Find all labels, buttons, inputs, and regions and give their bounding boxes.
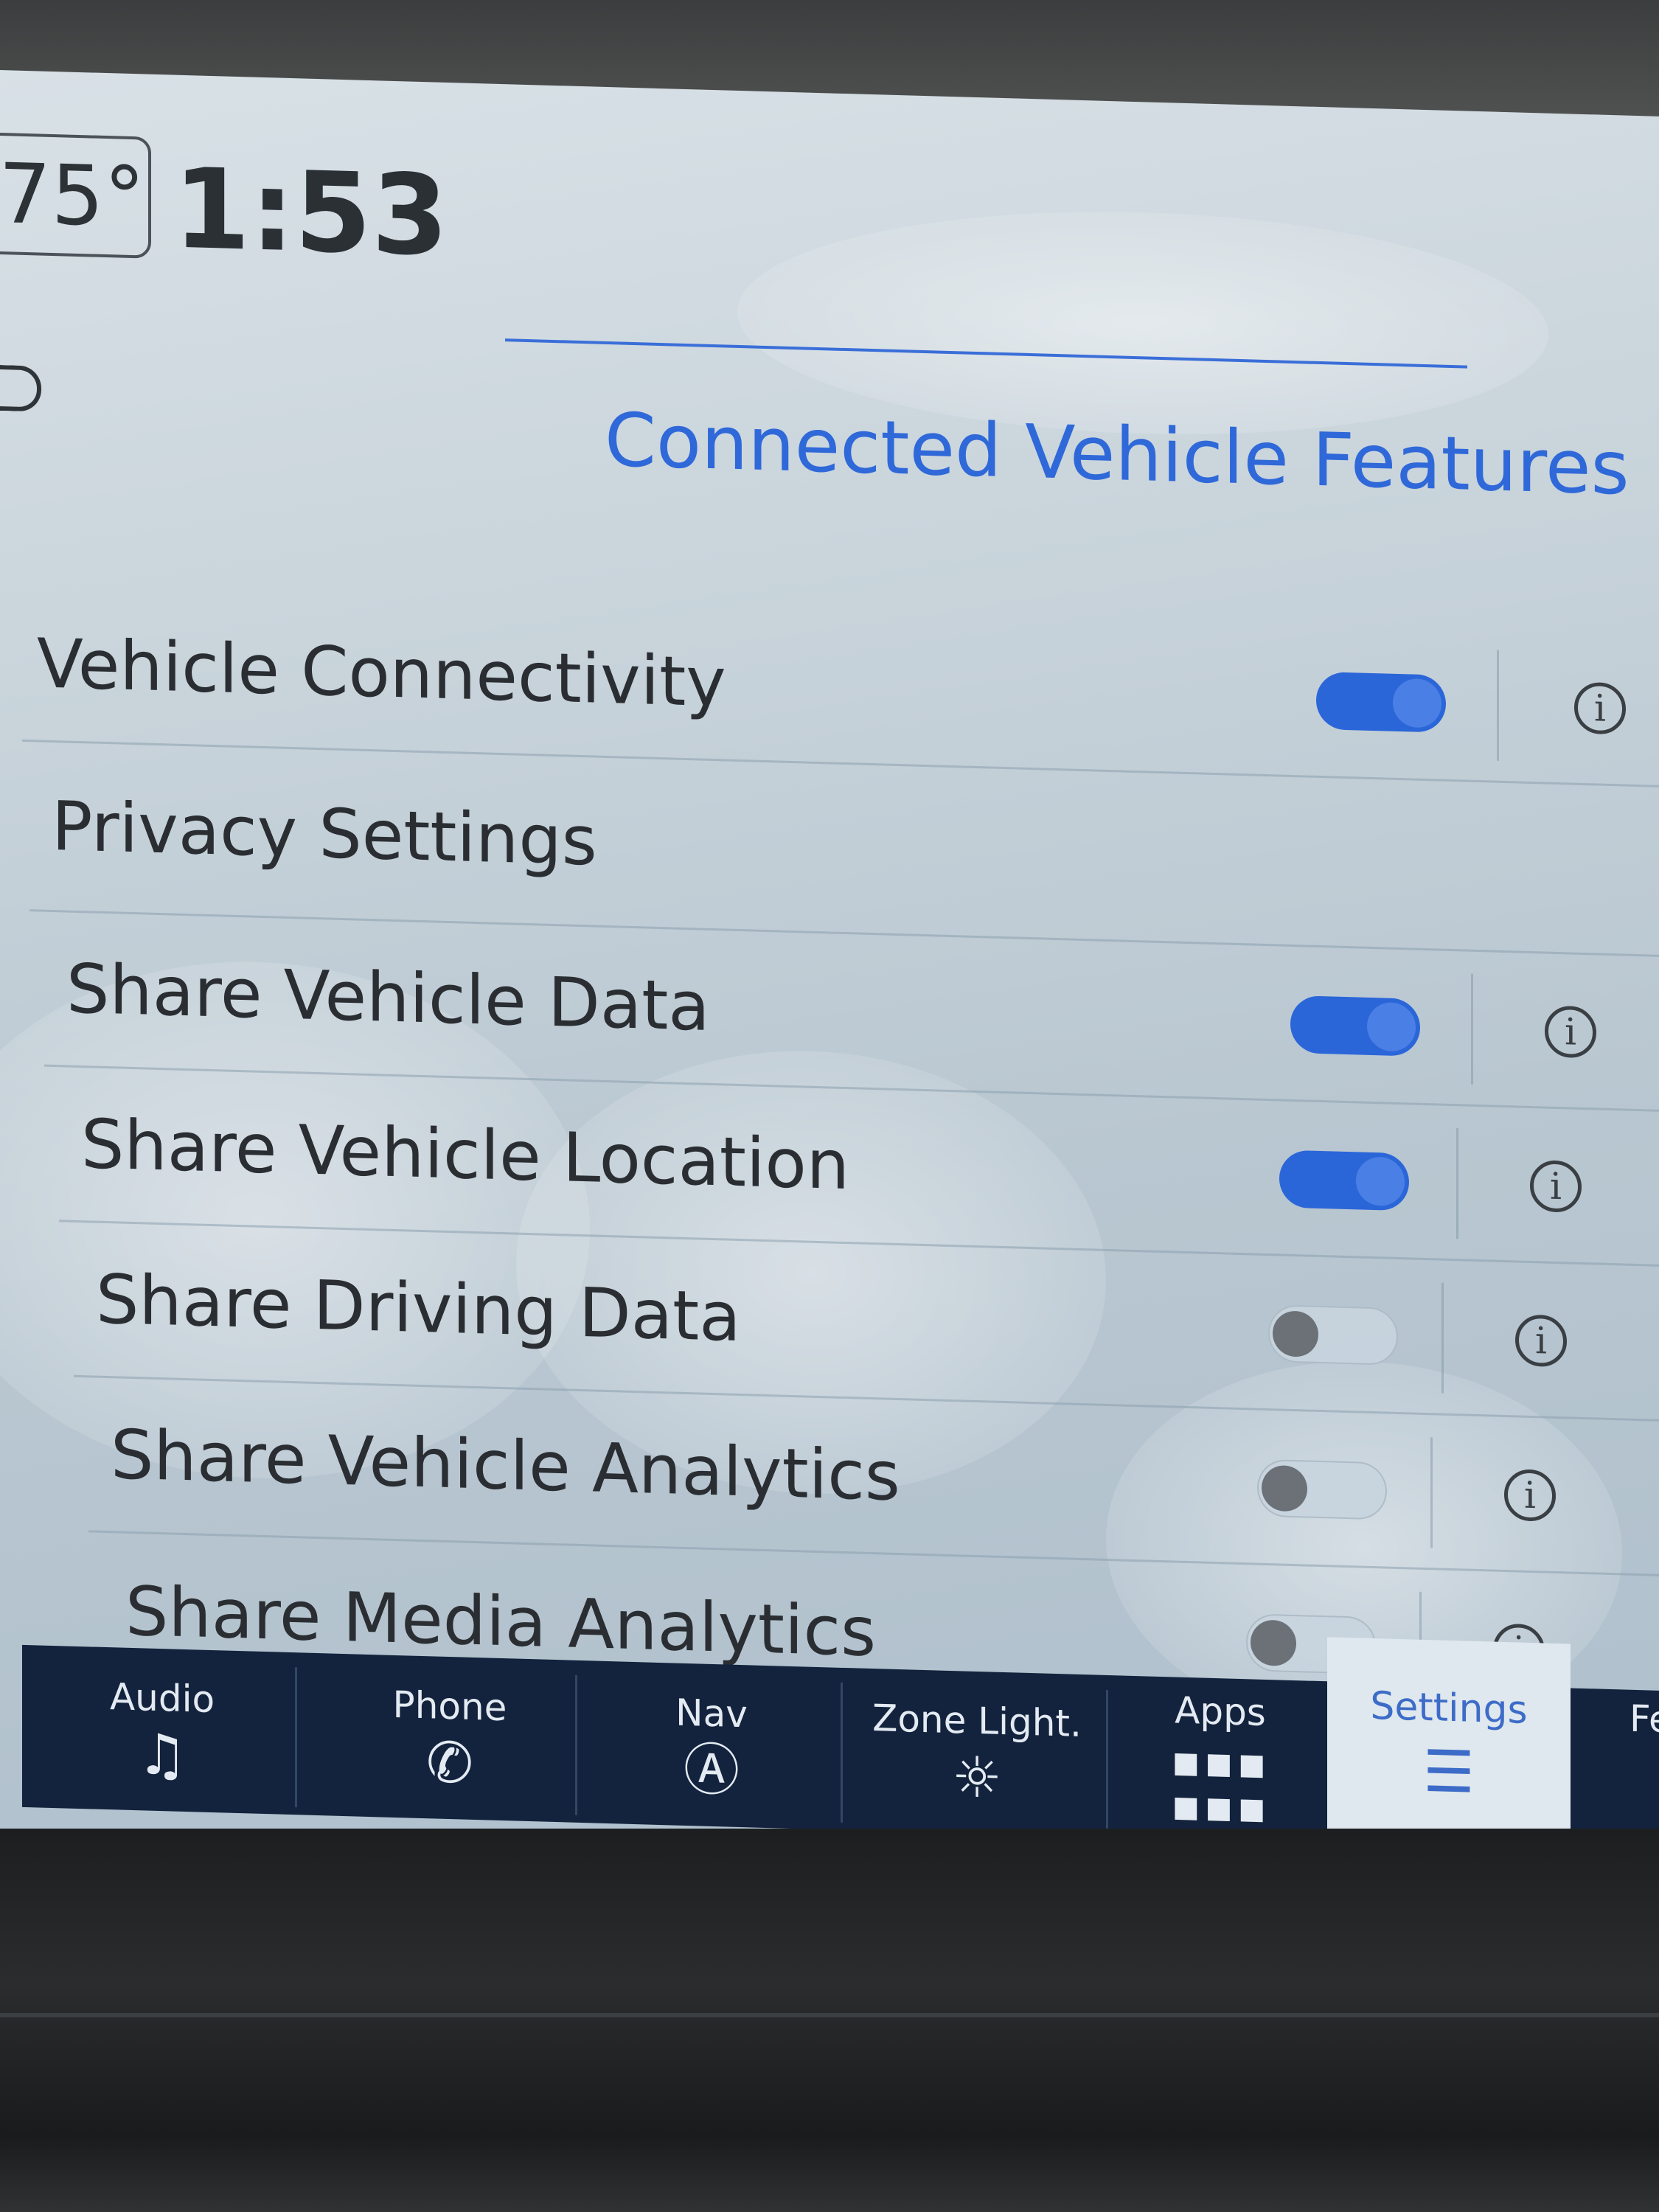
bottom-nav-bar: Audio ♫ Phone ✆ Nav Ⓐ Zone Light. ☼ Apps…	[22, 1637, 1659, 1854]
nav-separator	[841, 1682, 843, 1823]
share-vehicle-data-toggle[interactable]	[1290, 995, 1420, 1057]
setting-label: Share Vehicle Analytics	[111, 1415, 900, 1517]
toggle-knob	[1262, 1464, 1307, 1512]
music-note-icon: ♫	[136, 1721, 188, 1789]
setting-label: Share Driving Data	[96, 1259, 741, 1357]
nav-label: Zone Light.	[872, 1697, 1082, 1745]
dashboard-trim	[0, 2013, 1659, 2017]
nav-zone-light[interactable]: Zone Light. ☼	[848, 1668, 1106, 1837]
info-icon[interactable]: i	[1545, 1005, 1596, 1059]
info-icon[interactable]: i	[1530, 1159, 1582, 1213]
sliders-icon: ☰	[1423, 1738, 1475, 1806]
share-driving-data-toggle[interactable]	[1268, 1304, 1398, 1366]
row-separator	[1471, 973, 1473, 1085]
section-heading: Privacy Settings	[52, 786, 597, 881]
zone-lighting-icon: ☼	[951, 1744, 1003, 1811]
nav-partial-tab[interactable]: Fe	[1630, 1697, 1659, 1742]
info-icon[interactable]: i	[1504, 1468, 1556, 1522]
info-icon[interactable]: i	[1515, 1314, 1567, 1368]
setting-label: Share Vehicle Location	[81, 1105, 850, 1206]
row-separator	[1430, 1437, 1433, 1548]
infotainment-screen: 75° 1:53 Connected Vehicle Features Vehi…	[0, 70, 1659, 1886]
nav-separator	[1106, 1689, 1108, 1830]
row-separator	[1441, 1282, 1444, 1394]
nav-audio[interactable]: Audio ♫	[66, 1646, 258, 1814]
toggle-knob	[1393, 678, 1441, 728]
nav-label: Apps	[1175, 1688, 1266, 1734]
nav-phone[interactable]: Phone ✆	[324, 1653, 575, 1822]
dashboard-bezel-bottom	[0, 1829, 1659, 2212]
back-arrow-icon[interactable]	[0, 364, 41, 412]
nav-separator	[575, 1674, 577, 1815]
row-separator	[1456, 1128, 1458, 1239]
nav-label: Nav	[675, 1691, 748, 1736]
vehicle-connectivity-toggle[interactable]	[1316, 671, 1446, 733]
nav-label: Phone	[392, 1683, 507, 1730]
share-vehicle-location-toggle[interactable]	[1279, 1150, 1409, 1211]
row-separator	[1497, 650, 1499, 761]
info-icon[interactable]: i	[1574, 681, 1626, 735]
setting-label: Vehicle Connectivity	[37, 624, 726, 723]
toggle-knob	[1367, 1001, 1416, 1052]
nav-apps[interactable]: Apps ▪▪▪ ▪▪▪	[1113, 1675, 1327, 1843]
nav-settings[interactable]: Settings ☰	[1327, 1637, 1571, 1851]
toggle-knob	[1356, 1156, 1405, 1207]
nav-nav[interactable]: Nav Ⓐ	[582, 1660, 841, 1830]
toggle-knob	[1273, 1310, 1318, 1357]
share-vehicle-analytics-toggle[interactable]	[1257, 1458, 1387, 1520]
page-title: Connected Vehicle Features	[605, 396, 1630, 512]
apps-grid-icon: ▪▪▪ ▪▪▪	[1171, 1735, 1270, 1834]
nav-label: Settings	[1370, 1683, 1528, 1733]
clock: 1:53	[173, 145, 449, 281]
setting-label: Share Vehicle Data	[66, 949, 710, 1046]
temperature-value: 75°	[0, 145, 145, 246]
navigation-arrow-icon: Ⓐ	[684, 1736, 740, 1804]
temperature-indicator[interactable]: 75°	[0, 131, 151, 259]
nav-label: Audio	[109, 1675, 215, 1722]
phone-icon: ✆	[426, 1729, 473, 1796]
nav-separator	[295, 1667, 297, 1808]
toggle-knob	[1251, 1619, 1296, 1667]
